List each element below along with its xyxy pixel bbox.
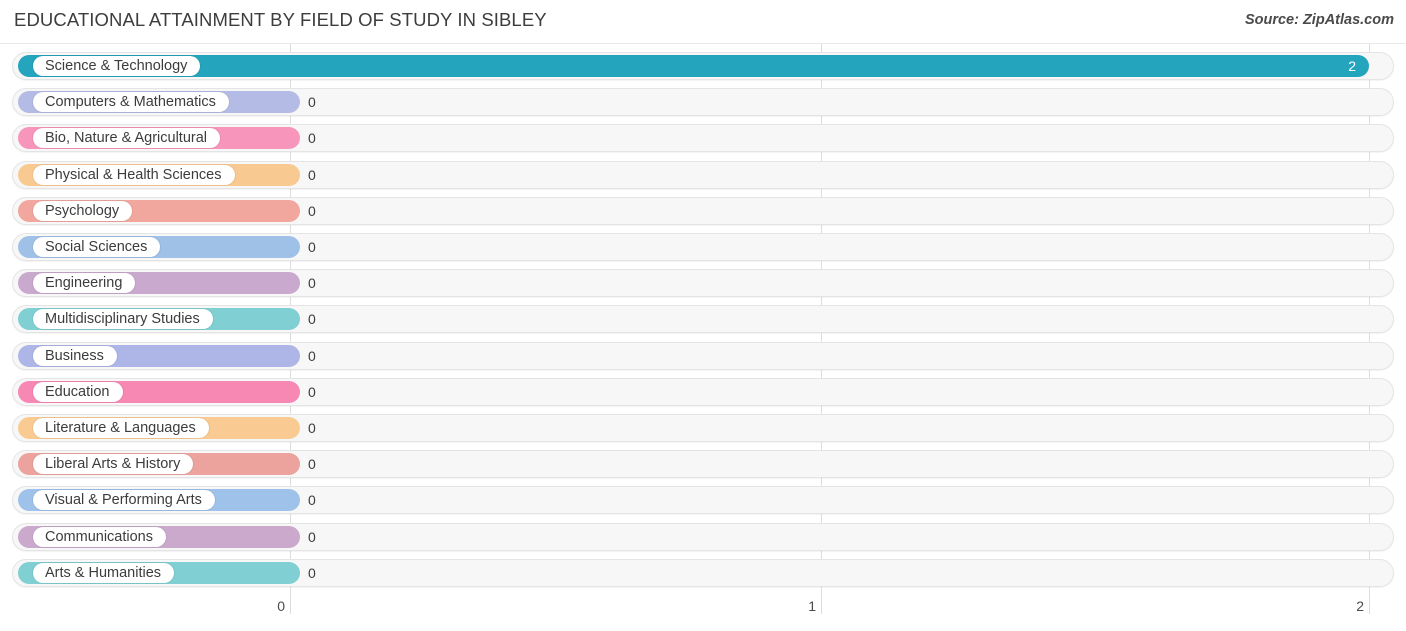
category-label: Science & Technology <box>33 56 201 76</box>
axis-tick-label: 1 <box>808 598 816 614</box>
chart-row[interactable]: 0 Computers & Mathematics <box>12 88 1394 117</box>
category-label: Computers & Mathematics <box>33 92 229 113</box>
chart-header: EDUCATIONAL ATTAINMENT BY FIELD OF STUDY… <box>0 0 1406 44</box>
category-label: Literature & Languages <box>33 418 209 438</box>
bar-value-label: 0 <box>308 202 316 219</box>
chart-row[interactable]: 0 Physical & Health Sciences <box>12 160 1394 189</box>
bar-value-label: 0 <box>308 94 316 111</box>
chart-row[interactable]: 0 Psychology <box>12 196 1394 225</box>
category-label: Arts & Humanities <box>33 562 175 583</box>
category-label: Engineering <box>33 273 136 294</box>
bar-value-label: 0 <box>308 564 316 581</box>
category-label: Education <box>33 381 123 402</box>
chart-row[interactable]: 0 Literature & Languages <box>12 414 1394 442</box>
bar-value-label: 0 <box>308 311 316 328</box>
bar-value-label: 0 <box>308 166 316 183</box>
axis-tick-mark <box>1369 596 1370 614</box>
chart-row[interactable]: 0 Communications <box>12 522 1394 551</box>
category-label: Business <box>33 345 117 366</box>
chart-row[interactable]: 0 Social Sciences <box>12 233 1394 261</box>
bar-value-label: 0 <box>308 347 316 364</box>
chart-plot-area: 2 Science & Technology 0 Computers & Mathem… <box>0 44 1406 596</box>
source-attribution: Source: ZipAtlas.com <box>1244 12 1394 28</box>
axis-tick-label: 0 <box>277 598 285 614</box>
x-axis: 0 1 2 <box>0 596 1406 631</box>
category-label: Visual & Performing Arts <box>33 490 215 511</box>
bar-value-label: 0 <box>308 492 316 509</box>
bar-value-label: 0 <box>308 130 316 147</box>
axis-tick-mark <box>821 596 822 614</box>
chart-row[interactable]: 0 Education <box>12 377 1394 406</box>
chart-row[interactable]: 0 Engineering <box>12 269 1394 298</box>
page-title: EDUCATIONAL ATTAINMENT BY FIELD OF STUDY… <box>14 9 547 30</box>
category-label: Bio, Nature & Agricultural <box>33 128 220 149</box>
axis-tick-mark <box>290 596 291 614</box>
bar-value-label: 0 <box>308 456 316 473</box>
bar-value-label: 0 <box>308 275 316 292</box>
bar-value-label: 2 <box>1348 58 1356 74</box>
category-label: Liberal Arts & History <box>33 454 194 475</box>
category-label: Physical & Health Sciences <box>33 164 235 185</box>
bar[interactable]: 2 <box>18 55 1369 77</box>
category-label: Social Sciences <box>33 237 161 257</box>
category-label: Psychology <box>33 200 133 221</box>
bar-value-label: 0 <box>308 239 316 255</box>
chart-row[interactable]: 0 Arts & Humanities <box>12 558 1394 587</box>
chart-row[interactable]: 2 Science & Technology <box>12 52 1394 80</box>
chart-row[interactable]: 0 Multidisciplinary Studies <box>12 305 1394 334</box>
chart-row[interactable]: 0 Visual & Performing Arts <box>12 486 1394 515</box>
bar-value-label: 0 <box>308 528 316 545</box>
chart-row[interactable]: 0 Liberal Arts & History <box>12 450 1394 479</box>
chart-row[interactable]: 0 Bio, Nature & Agricultural <box>12 124 1394 153</box>
category-label: Multidisciplinary Studies <box>33 309 213 330</box>
chart-row[interactable]: 0 Business <box>12 341 1394 370</box>
bar-value-label: 0 <box>308 383 316 400</box>
bar-value-label: 0 <box>308 420 316 436</box>
axis-tick-label: 2 <box>1356 598 1364 614</box>
category-label: Communications <box>33 526 166 547</box>
